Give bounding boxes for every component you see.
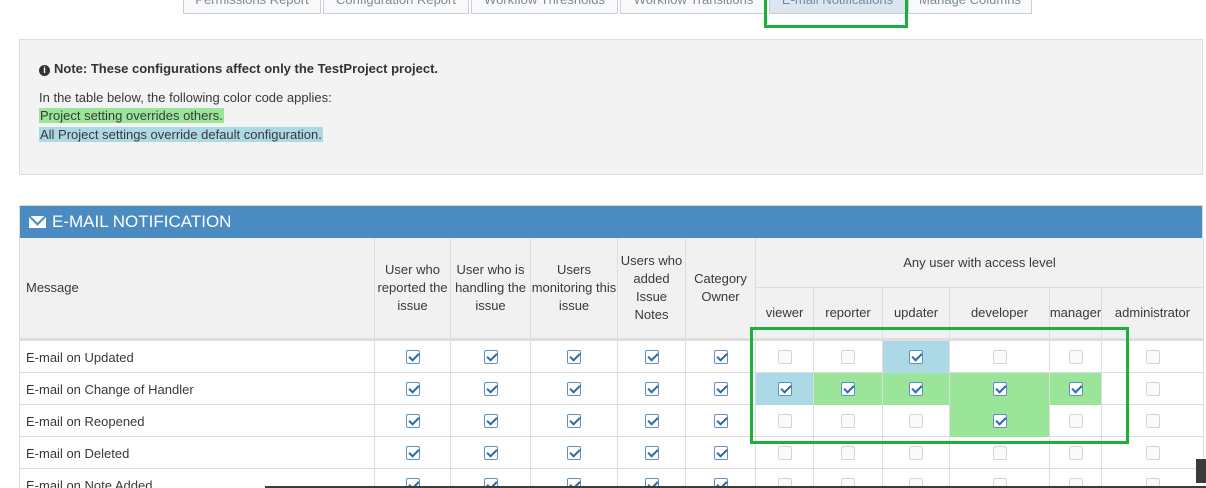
- cell-monitoring: [531, 341, 618, 373]
- checkbox-monitoring[interactable]: [567, 382, 581, 396]
- cell-notes: [618, 437, 686, 469]
- cell-notes: [618, 373, 686, 405]
- checkbox-handler[interactable]: [483, 446, 498, 460]
- cell-notes: [618, 341, 686, 373]
- cell-category-owner: [686, 405, 756, 437]
- blue-legend: All Project settings override default co…: [39, 127, 323, 142]
- checkbox-level-updater[interactable]: [909, 446, 923, 460]
- tab-workflow-transitions[interactable]: Workflow Transitions: [620, 0, 767, 14]
- scrollbar-thumb[interactable]: [1196, 459, 1206, 483]
- checkbox-category-owner[interactable]: [713, 382, 728, 396]
- cell-category-owner: [686, 341, 756, 373]
- cell-reporter: [375, 405, 451, 437]
- checkbox-handler[interactable]: [483, 382, 498, 396]
- cell-handler: [451, 405, 531, 437]
- info-icon: i: [39, 65, 50, 76]
- checkbox-notes[interactable]: [644, 382, 659, 396]
- header-notes: Users who added Issue Notes: [618, 238, 686, 339]
- checkbox-level-administrator[interactable]: [1145, 382, 1160, 396]
- checkbox-monitoring[interactable]: [567, 350, 581, 364]
- checkbox-handler[interactable]: [483, 414, 498, 428]
- message-cell: E-mail on Change of Handler: [20, 373, 375, 405]
- header-category-owner: Category Owner: [686, 238, 756, 339]
- checkbox-category-owner[interactable]: [713, 414, 728, 428]
- checkbox-level-developer[interactable]: [992, 446, 1007, 460]
- active-tab-highlight: [764, 0, 908, 28]
- cell-monitoring: [531, 437, 618, 469]
- checkbox-category-owner[interactable]: [713, 446, 728, 460]
- checkbox-level-reporter[interactable]: [841, 446, 855, 460]
- note-title-text: Note: These configurations affect only t…: [54, 61, 439, 76]
- checkbox-reporter[interactable]: [405, 414, 420, 428]
- header-handler: User who is handling the issue: [451, 238, 531, 339]
- note-intro: In the table below, the following color …: [39, 90, 332, 105]
- checkbox-level-administrator[interactable]: [1145, 446, 1160, 460]
- envelope-icon: [29, 216, 46, 228]
- cell-handler: [451, 437, 531, 469]
- checkbox-category-owner[interactable]: [713, 350, 728, 364]
- header-monitoring: Users monitoring this issue: [531, 238, 618, 339]
- checkbox-notes[interactable]: [644, 350, 659, 364]
- green-legend: Project setting overrides others.: [39, 108, 224, 123]
- header-access-level-group: Any user with access level: [756, 238, 1204, 288]
- cell-reporter: [375, 341, 451, 373]
- checkbox-notes[interactable]: [644, 446, 659, 460]
- header-message: Message: [20, 238, 375, 339]
- message-cell: E-mail on Deleted: [20, 437, 375, 469]
- checkbox-monitoring[interactable]: [567, 414, 581, 428]
- checkbox-level-viewer[interactable]: [777, 446, 792, 460]
- checkbox-level-administrator[interactable]: [1145, 350, 1160, 364]
- header-reporter: User who reported the issue: [375, 238, 451, 339]
- cell-category-owner: [686, 373, 756, 405]
- cell-monitoring: [531, 405, 618, 437]
- tab-permissions-report[interactable]: Permissions Report: [183, 0, 321, 14]
- checkbox-level-manager[interactable]: [1068, 446, 1083, 460]
- cell-monitoring: [531, 373, 618, 405]
- checkbox-reporter[interactable]: [405, 446, 420, 460]
- widget-title: E-MAIL NOTIFICATION: [52, 212, 232, 231]
- checkbox-monitoring[interactable]: [567, 446, 581, 460]
- access-level-highlight-box: [750, 327, 1129, 444]
- note-title: i Note: These configurations affect only …: [39, 61, 438, 76]
- widget-header: E-MAIL NOTIFICATION: [20, 206, 1202, 238]
- cell-reporter: [375, 373, 451, 405]
- message-cell: E-mail on Reopened: [20, 405, 375, 437]
- message-cell: E-mail on Updated: [20, 341, 375, 373]
- checkbox-level-administrator[interactable]: [1145, 414, 1160, 428]
- checkbox-handler[interactable]: [483, 350, 498, 364]
- tab-workflow-thresholds[interactable]: Workflow Thresholds: [471, 0, 618, 14]
- note-box: i Note: These configurations affect only …: [19, 39, 1203, 175]
- cell-handler: [451, 373, 531, 405]
- checkbox-reporter[interactable]: [405, 382, 420, 396]
- cell-category-owner: [686, 437, 756, 469]
- checkbox-notes[interactable]: [644, 414, 659, 428]
- checkbox-reporter[interactable]: [405, 350, 420, 364]
- tab-manage-columns[interactable]: Manage Columns: [908, 0, 1032, 14]
- cell-notes: [618, 405, 686, 437]
- tab-configuration-report[interactable]: Configuration Report: [323, 0, 469, 14]
- cell-reporter: [375, 437, 451, 469]
- cell-handler: [451, 341, 531, 373]
